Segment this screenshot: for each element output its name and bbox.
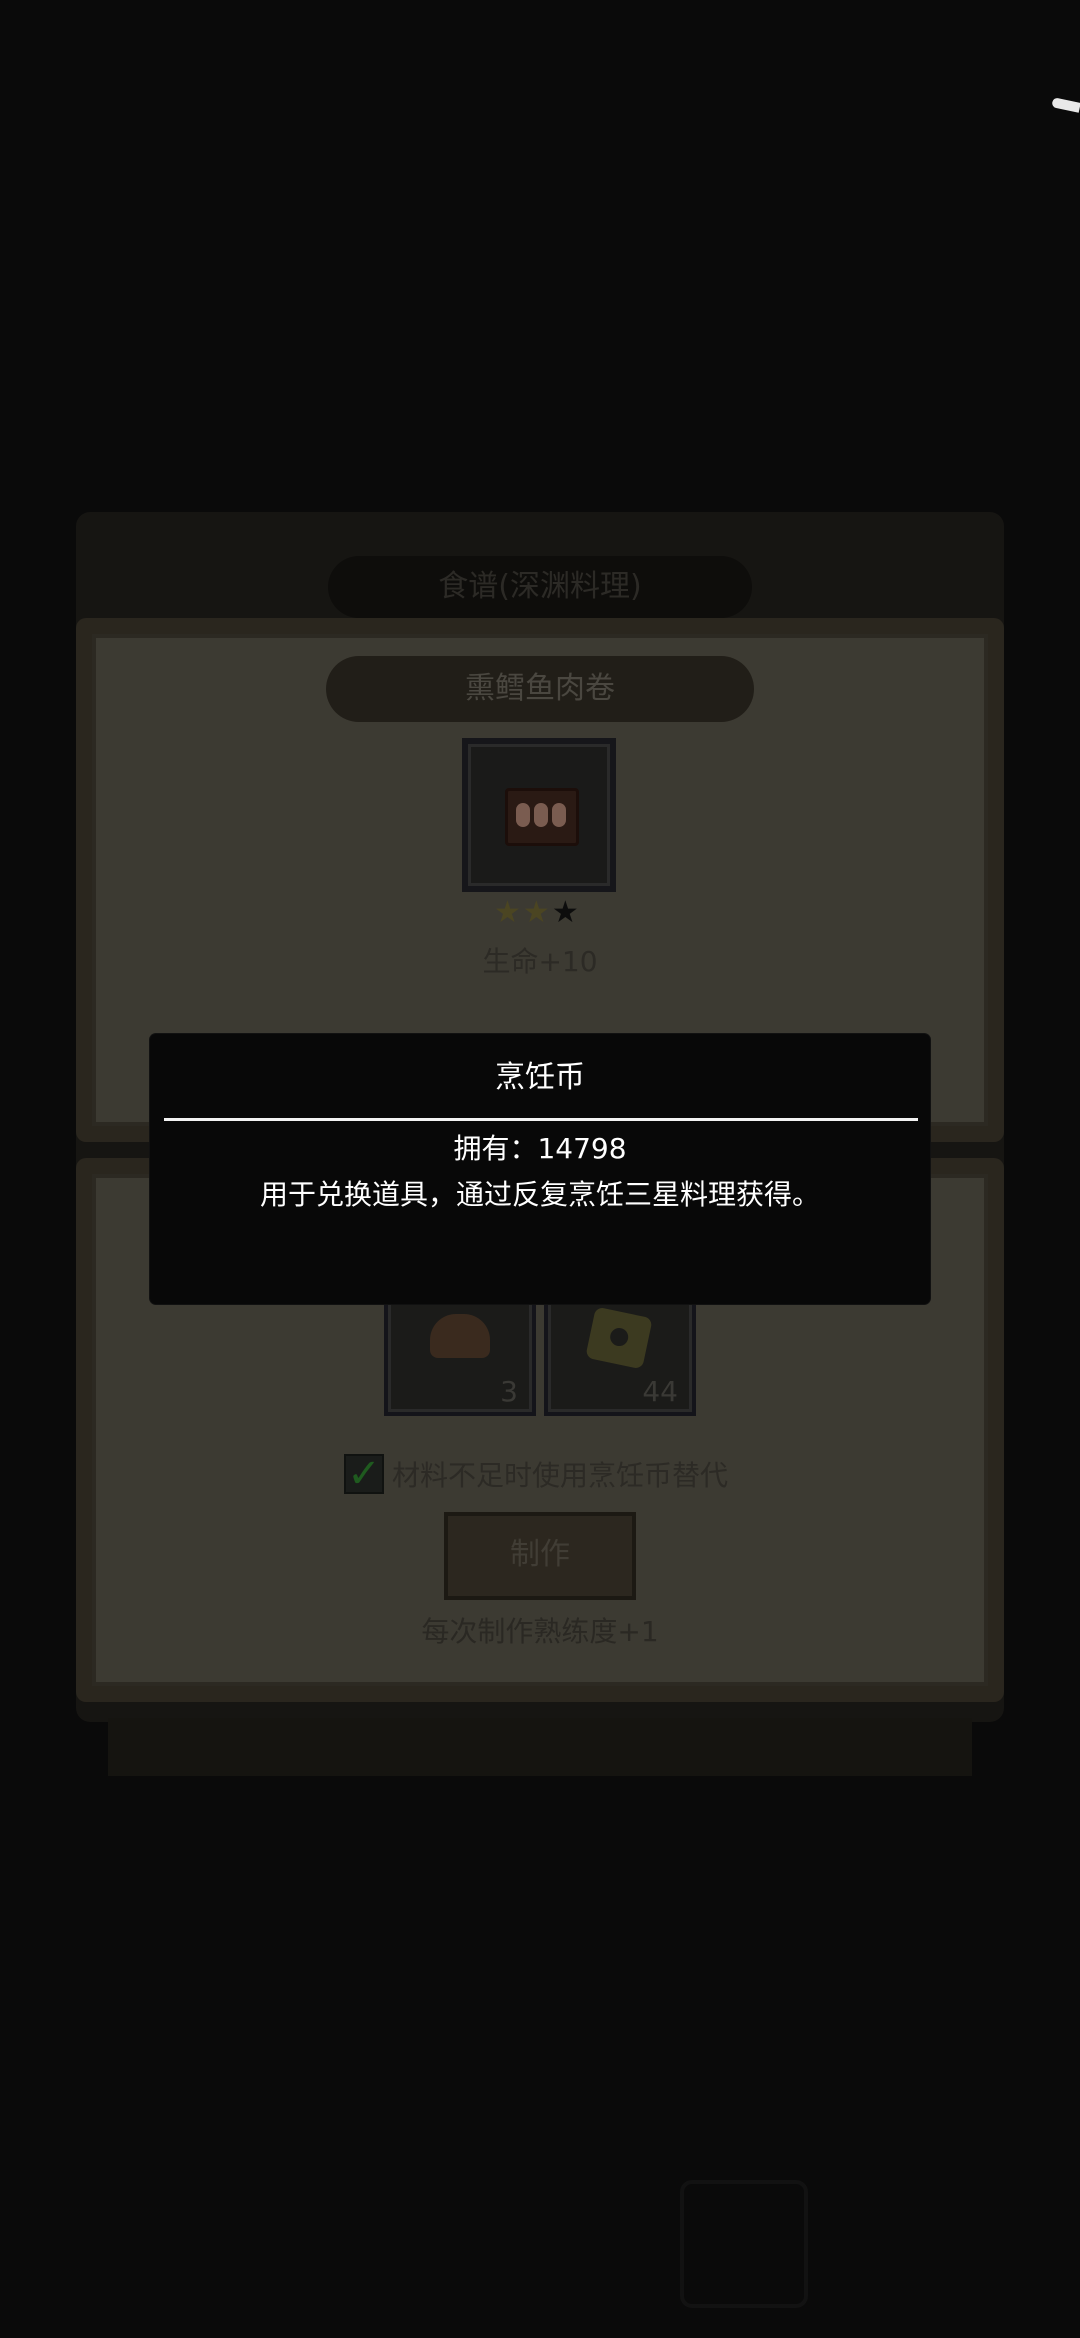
panel-footer bbox=[108, 1718, 972, 1776]
star-icon: ★ bbox=[522, 895, 550, 930]
smoked-cod-roll-icon bbox=[505, 788, 579, 846]
tooltip-title: 烹饪币 bbox=[495, 1060, 585, 1095]
tooltip-owned: 拥有：14798 bbox=[453, 1132, 627, 1165]
material-count: 3 bbox=[500, 1375, 518, 1408]
make-button[interactable]: 制作 bbox=[444, 1512, 636, 1600]
substitute-checkbox[interactable]: ✓ bbox=[344, 1454, 384, 1494]
star-empty-icon: ★ bbox=[551, 895, 579, 930]
substitute-label: 材料不足时使用烹饪币替代 bbox=[392, 1459, 729, 1492]
tooltip-divider bbox=[164, 1118, 918, 1121]
rating-stars: ★ ★ ★ bbox=[494, 898, 588, 928]
star-icon: ★ bbox=[494, 895, 521, 930]
material-count: 44 bbox=[642, 1375, 678, 1408]
bread-loaf-icon bbox=[430, 1314, 490, 1358]
substitute-option[interactable]: ✓ 材料不足时使用烹饪币替代 bbox=[344, 1452, 728, 1496]
tooltip-description: 用于兑换道具，通过反复烹饪三星料理获得。 bbox=[259, 1178, 820, 1211]
recipe-category-tab[interactable]: 食谱(深渊料理) bbox=[328, 556, 752, 618]
recipe-name-banner: 熏鳕鱼肉卷 bbox=[326, 656, 754, 722]
recipe-effect: 生命+10 bbox=[482, 945, 598, 978]
proficiency-note: 每次制作熟练度+1 bbox=[421, 1615, 659, 1648]
corner-indicator bbox=[1051, 97, 1080, 113]
background-decoration bbox=[680, 2180, 808, 2308]
